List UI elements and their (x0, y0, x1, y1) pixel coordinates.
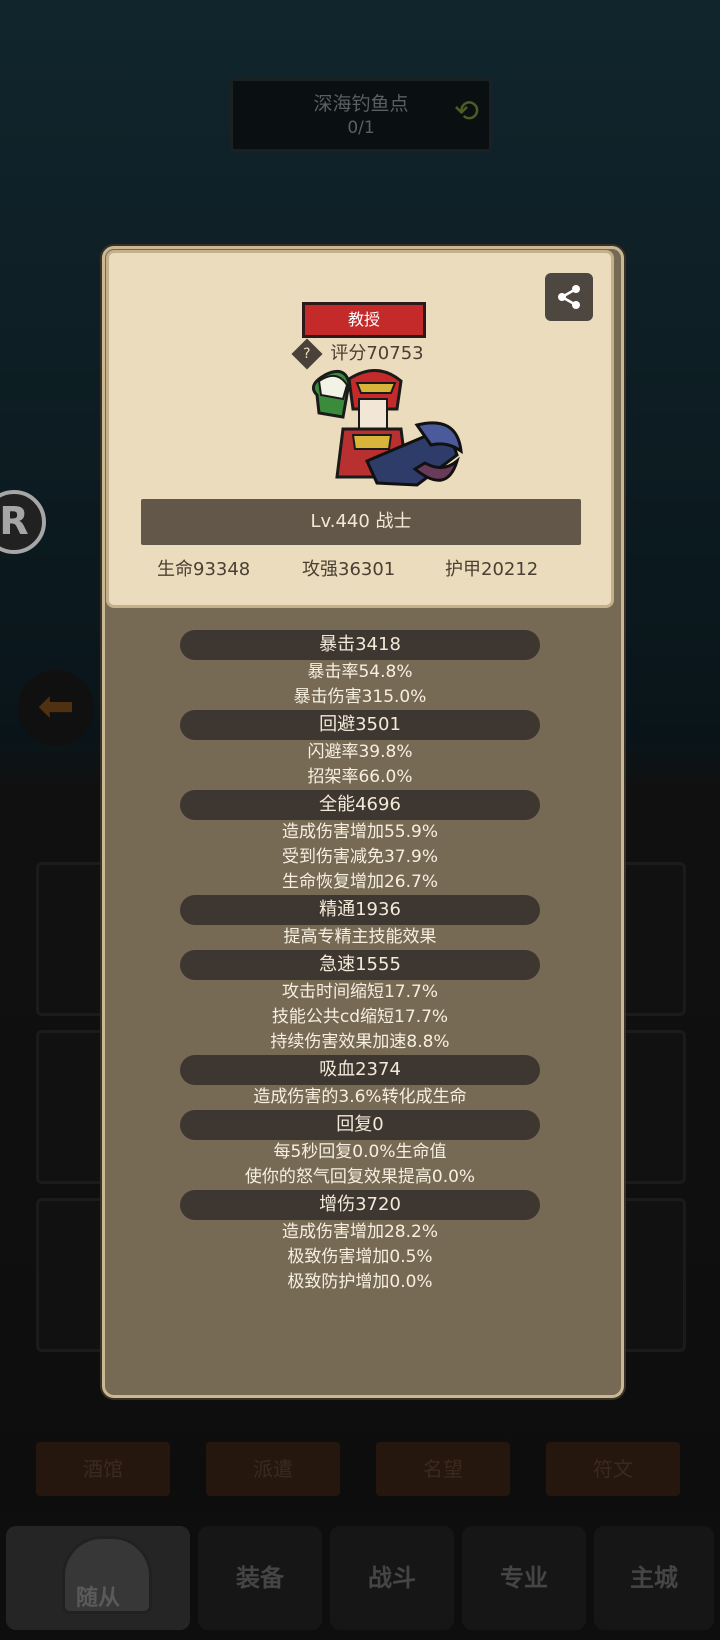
stat-line: 招架率66.0% (307, 767, 413, 787)
stat-line: 生命恢复增加26.7% (281, 872, 438, 892)
stat-group-versatility: 全能4696 造成伤害增加55.9% 受到伤害减免37.9% 生命恢复增加26.… (102, 790, 618, 895)
stat-line: 攻击时间缩短17.7% (281, 982, 438, 1002)
stat-armor: 护甲20212 (445, 559, 539, 580)
stat-line: 技能公共cd缩短17.7% (271, 1007, 449, 1027)
stat-group-damage-bonus: 增伤3720 造成伤害增加28.2% 极致伤害增加0.5% 极致防护增加0.0% (102, 1190, 618, 1295)
stat-line: 暴击伤害315.0% (293, 687, 427, 707)
stat-line: 造成伤害的3.6%转化成生命 (253, 1087, 467, 1107)
stat-header: 吸血2374 (180, 1055, 540, 1085)
stat-group-haste: 急速1555 攻击时间缩短17.7% 技能公共cd缩短17.7% 持续伤害效果加… (102, 950, 618, 1055)
stat-group-regen: 回复0 每5秒回复0.0%生命值 使你的怒气回复效果提高0.0% (102, 1110, 618, 1190)
hero-card: 教授 ? 评分70753 Lv.440 战士 生命93348 攻强36301 护甲… (106, 250, 614, 608)
share-icon[interactable] (545, 273, 593, 321)
stat-line: 持续伤害效果加速8.8% (270, 1032, 450, 1052)
stat-header: 暴击3418 (180, 630, 540, 660)
level-class-bar: Lv.440 战士 (141, 499, 581, 545)
stat-line: 提高专精主技能效果 (283, 927, 437, 947)
stat-header: 增伤3720 (180, 1190, 540, 1220)
stat-line: 闪避率39.8% (307, 742, 413, 762)
stat-line: 极致防护增加0.0% (287, 1272, 433, 1292)
stat-attack-power: 攻强36301 (302, 559, 396, 580)
stat-header: 急速1555 (180, 950, 540, 980)
stat-header: 精通1936 (180, 895, 540, 925)
stat-group-avoidance: 回避3501 闪避率39.8% 招架率66.0% (102, 710, 618, 790)
basic-stats-row: 生命93348 攻强36301 护甲20212 (109, 555, 611, 585)
stat-group-mastery: 精通1936 提高专精主技能效果 (102, 895, 618, 950)
stat-group-lifesteal: 吸血2374 造成伤害的3.6%转化成生命 (102, 1055, 618, 1110)
score-text: 评分70753 (330, 343, 424, 364)
stat-header: 回避3501 (180, 710, 540, 740)
stat-line: 造成伤害增加28.2% (281, 1222, 438, 1242)
stat-line: 每5秒回复0.0%生命值 (273, 1142, 447, 1162)
stat-line: 受到伤害减免37.9% (281, 847, 438, 867)
stat-line: 使你的怒气回复效果提高0.0% (244, 1167, 476, 1187)
stat-line: 暴击率54.8% (307, 662, 413, 682)
stat-groups: 暴击3418 暴击率54.8% 暴击伤害315.0% 回避3501 闪避率39.… (102, 630, 618, 1295)
score-row: ? 评分70753 (109, 338, 611, 370)
hero-portrait (311, 369, 463, 487)
stat-header: 全能4696 (180, 790, 540, 820)
stat-line: 造成伤害增加55.9% (281, 822, 438, 842)
stat-header: 回复0 (180, 1110, 540, 1140)
stat-hp: 生命93348 (157, 559, 251, 580)
stat-group-crit: 暴击3418 暴击率54.8% 暴击伤害315.0% (102, 630, 618, 710)
rank-badge: 教授 (302, 302, 426, 338)
stat-line: 极致伤害增加0.5% (287, 1247, 433, 1267)
